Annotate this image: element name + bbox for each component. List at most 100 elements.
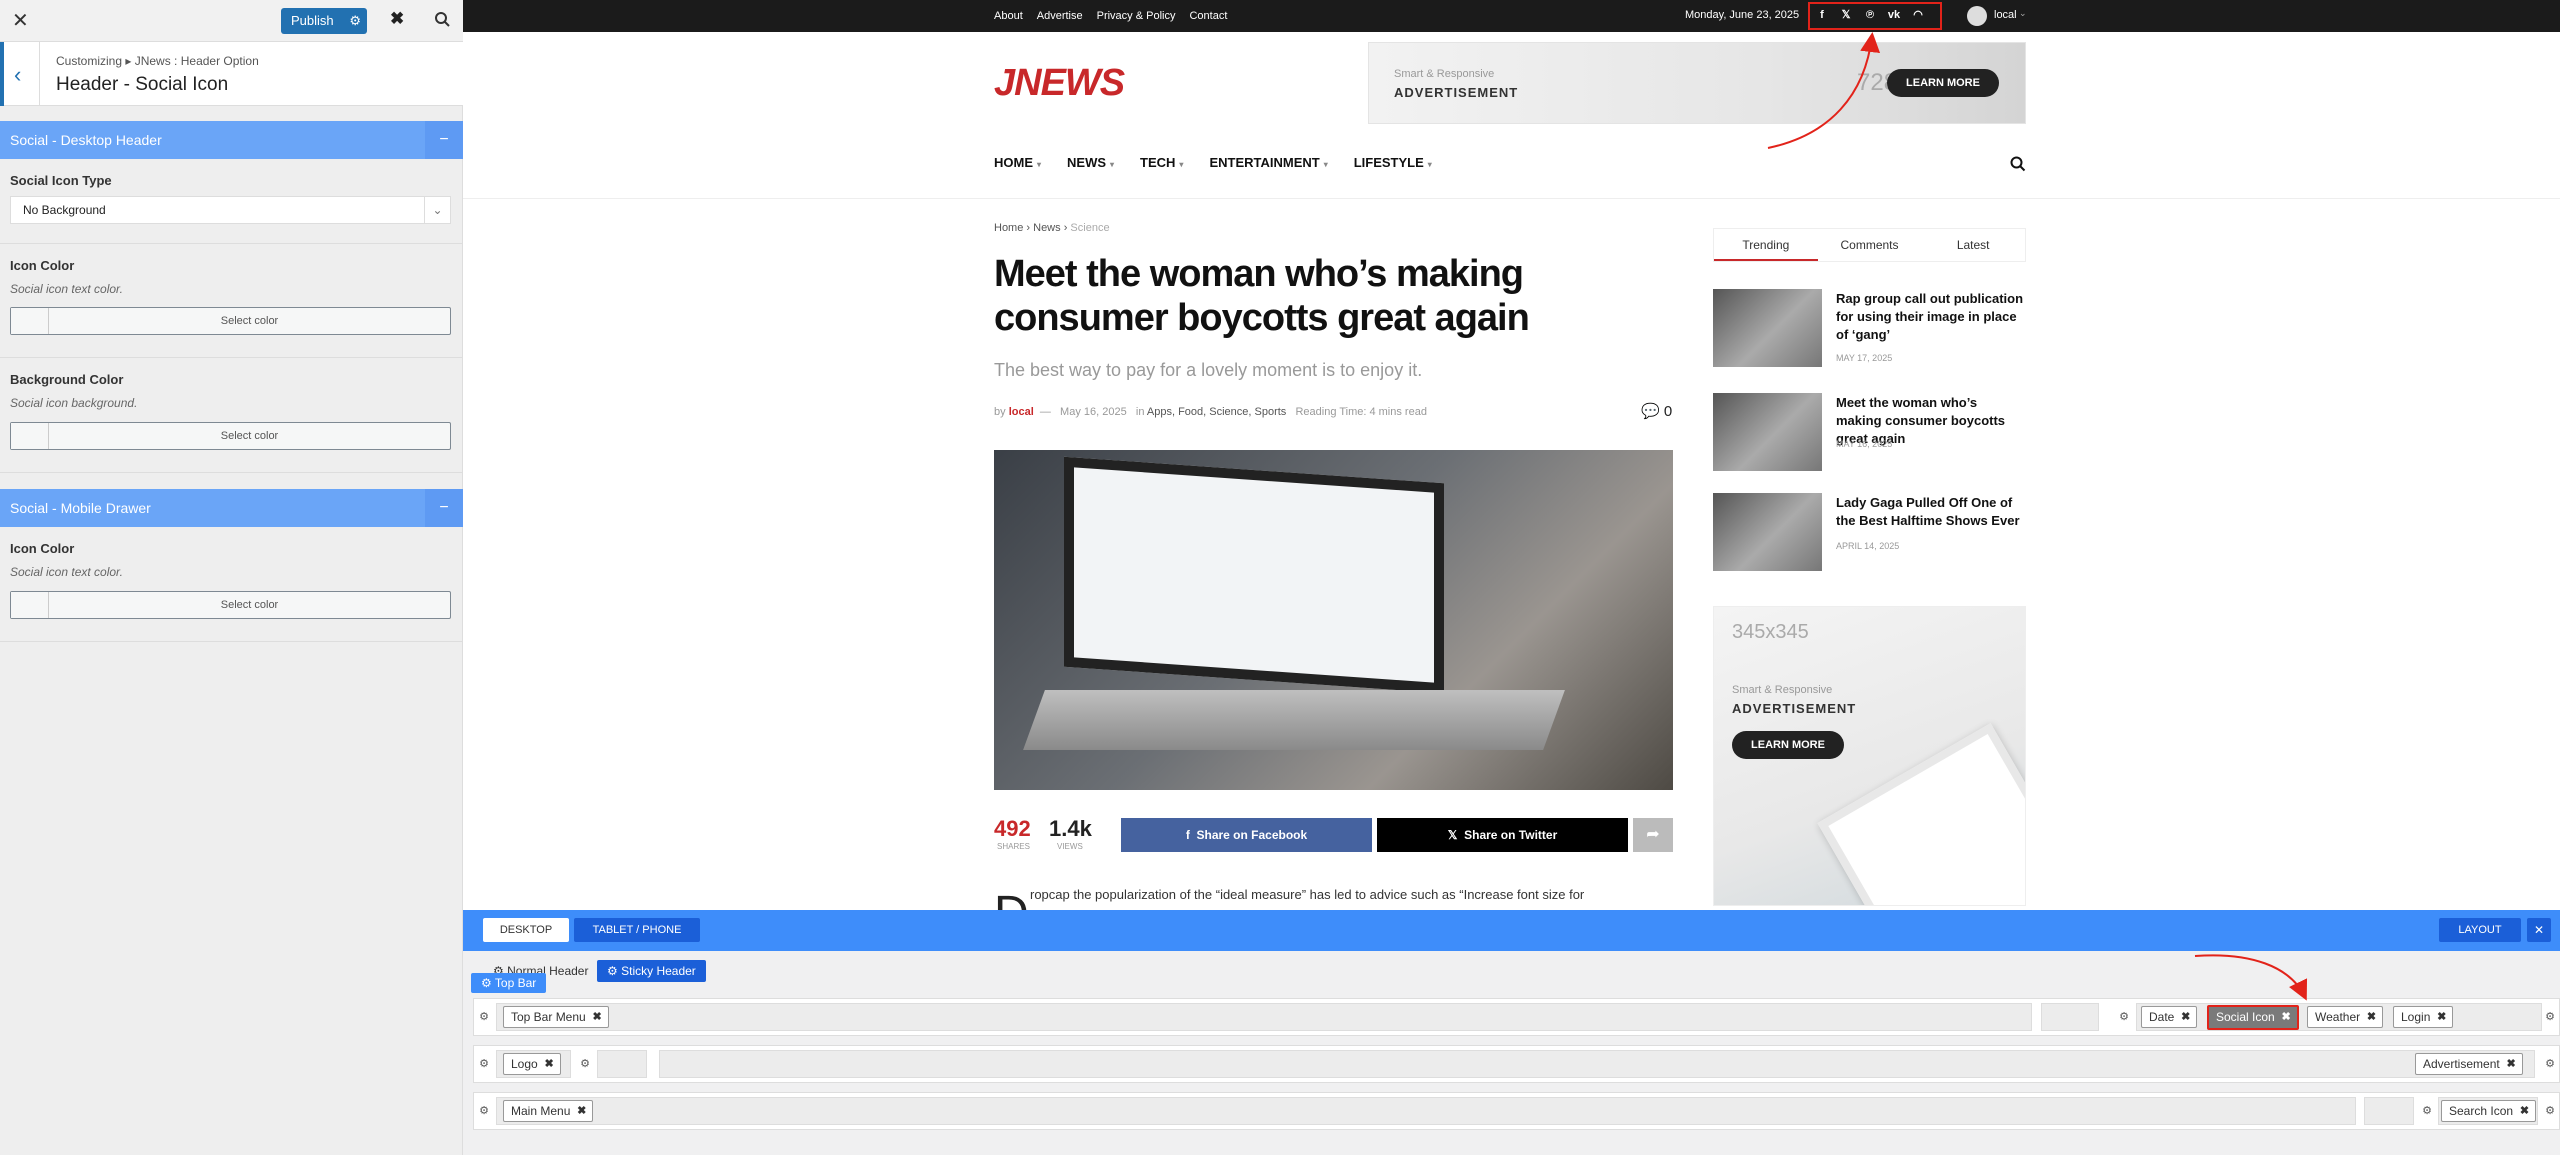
drop-zone-left[interactable]: Top Bar Menu ✖ <box>496 1003 2032 1031</box>
meta-categories[interactable]: Apps, Food, Science, Sports <box>1147 406 1286 418</box>
share-facebook-button[interactable]: f Share on Facebook <box>1121 818 1372 852</box>
trending-item[interactable]: Meet the woman who’s making consumer boy… <box>1713 393 2026 471</box>
drop-zone-center[interactable] <box>2041 1003 2099 1031</box>
gear-icon[interactable]: ⚙ <box>477 1057 491 1071</box>
collapse-icon[interactable]: − <box>425 489 463 527</box>
gear-icon[interactable]: ⚙ <box>2543 1104 2557 1118</box>
section-mobile-drawer[interactable]: Social - Mobile Drawer − <box>0 489 463 527</box>
builder-item-search-icon[interactable]: Search Icon ✖ <box>2441 1100 2537 1122</box>
remove-icon[interactable]: ✖ <box>2520 1101 2529 1121</box>
ad-learn-more-button[interactable]: LEARN MORE <box>1732 731 1844 759</box>
builder-item-weather[interactable]: Weather ✖ <box>2307 1006 2384 1028</box>
drop-zone-right[interactable]: Date ✖ Social Icon ✖ Weather ✖ Login ✖ <box>2136 1003 2542 1031</box>
remove-icon[interactable]: ✖ <box>593 1007 602 1027</box>
builder-item-logo[interactable]: Logo ✖ <box>503 1053 561 1075</box>
menu-item-entertainment[interactable]: ENTERTAINMENT ▾ <box>1209 155 1327 170</box>
breadcrumb-section[interactable]: News <box>1033 222 1061 234</box>
trending-item[interactable]: Rap group call out publication for using… <box>1713 289 2026 367</box>
rss-icon[interactable]: ◠ <box>1911 8 1925 22</box>
builder-item-main-menu[interactable]: Main Menu ✖ <box>503 1100 594 1122</box>
drop-zone-center[interactable] <box>2364 1097 2414 1125</box>
top-menu-item-contact[interactable]: Contact <box>1189 10 1227 22</box>
menu-item-news[interactable]: NEWS ▾ <box>1067 155 1114 170</box>
x-icon[interactable]: 𝕏 <box>1839 8 1853 22</box>
search-icon[interactable] <box>2009 155 2027 173</box>
top-menu-item-advertise[interactable]: Advertise <box>1037 10 1083 22</box>
drop-zone-center[interactable] <box>597 1050 647 1078</box>
sidebar-advertisement[interactable]: 345x345 Smart & Responsive ADVERTISEMENT… <box>1713 606 2026 906</box>
trending-item[interactable]: Lady Gaga Pulled Off One of the Best Hal… <box>1713 493 2026 571</box>
tab-comments[interactable]: Comments <box>1818 229 1922 261</box>
icon-color-picker[interactable]: Select color <box>10 307 451 335</box>
user-avatar[interactable] <box>1967 6 1987 26</box>
drop-zone-left[interactable]: Main Menu ✖ <box>496 1097 2356 1125</box>
builder-item-date[interactable]: Date ✖ <box>2141 1006 2198 1028</box>
remove-icon[interactable]: ✖ <box>544 1054 553 1074</box>
publish-settings-gear-icon[interactable]: ⚙ <box>349 8 361 34</box>
background-color-picker[interactable]: Select color <box>10 422 451 450</box>
remove-icon[interactable]: ✖ <box>2181 1007 2190 1027</box>
menu-item-lifestyle[interactable]: LIFESTYLE ▾ <box>1354 155 1432 170</box>
breadcrumb-home[interactable]: Home <box>994 222 1023 234</box>
article-body-text: ropcap the popularization of the “ideal … <box>1030 887 1585 902</box>
tab-latest[interactable]: Latest <box>1921 229 2025 261</box>
drop-zone-right[interactable]: Advertisement ✖ <box>659 1050 2535 1078</box>
menu-item-home[interactable]: HOME ▾ <box>994 155 1041 170</box>
remove-icon[interactable]: ✖ <box>2506 1054 2515 1074</box>
tab-trending[interactable]: Trending <box>1714 229 1818 261</box>
builder-item-social-icon[interactable]: Social Icon ✖ <box>2207 1005 2299 1030</box>
builder-item-advertisement[interactable]: Advertisement ✖ <box>2415 1053 2523 1075</box>
share-more-button[interactable]: ➦ <box>1633 818 1673 852</box>
remove-icon[interactable]: ✖ <box>2367 1007 2376 1027</box>
gear-icon[interactable]: ⚙ <box>578 1057 592 1071</box>
menu-item-tech[interactable]: TECH ▾ <box>1140 155 1183 170</box>
top-menu-item-about[interactable]: About <box>994 10 1023 22</box>
tab-sticky-header[interactable]: ⚙ Sticky Header <box>597 960 706 982</box>
gear-icon[interactable]: ⚙ <box>2117 1010 2131 1024</box>
collapse-icon[interactable]: − <box>425 121 463 159</box>
remove-icon[interactable]: ✖ <box>2281 1007 2290 1027</box>
facebook-icon[interactable]: f <box>1815 8 1829 22</box>
article-featured-image <box>994 450 1673 790</box>
builder-row-mid: ⚙ Logo ✖ ⚙ Advertisement ✖ ⚙ <box>473 1045 2560 1083</box>
chevron-down-icon: ▾ <box>1037 160 1042 169</box>
back-button[interactable]: ‹ <box>0 42 40 106</box>
gear-icon[interactable]: ⚙ <box>477 1104 491 1118</box>
social-icon-type-select[interactable]: No Background ⌄ <box>10 196 451 224</box>
mobile-icon-color-picker[interactable]: Select color <box>10 591 451 619</box>
remove-icon[interactable]: ✖ <box>577 1101 586 1121</box>
section-desktop-header[interactable]: Social - Desktop Header − <box>0 121 463 159</box>
user-name[interactable]: local <box>1994 9 2017 21</box>
close-customizer-icon[interactable]: ✕ <box>12 9 29 33</box>
gear-icon[interactable]: ⚙ <box>2543 1057 2557 1071</box>
gear-icon[interactable]: ⚙ <box>477 1010 491 1024</box>
comments-count[interactable]: 💬 0 <box>1641 402 1672 420</box>
top-bar-row-label[interactable]: ⚙ Top Bar <box>471 973 547 993</box>
search-icon[interactable] <box>432 9 454 31</box>
drop-zone-left[interactable]: Logo ✖ <box>496 1050 571 1078</box>
trending-title[interactable]: Rap group call out publication for using… <box>1836 290 2026 344</box>
remove-icon[interactable]: ✖ <box>2437 1007 2446 1027</box>
site-logo[interactable]: JNEWS <box>994 62 1125 105</box>
publish-button[interactable]: Publish ⚙ <box>281 8 367 34</box>
chip-label: Date <box>2149 1010 2175 1024</box>
trending-title[interactable]: Lady Gaga Pulled Off One of the Best Hal… <box>1836 494 2026 530</box>
drop-zone-right[interactable]: Search Icon ✖ <box>2438 1097 2538 1125</box>
header-advertisement[interactable]: Smart & Responsive ADVERTISEMENT 728x90 … <box>1368 42 2026 124</box>
pinterest-icon[interactable]: ℗ <box>1863 8 1877 22</box>
ad-learn-more-button[interactable]: LEARN MORE <box>1887 69 1999 97</box>
top-menu-item-privacy[interactable]: Privacy & Policy <box>1097 10 1176 22</box>
close-panel-icon[interactable]: ✖ <box>390 9 404 29</box>
gear-icon[interactable]: ⚙ <box>2543 1010 2557 1024</box>
meta-author[interactable]: local <box>1009 406 1034 418</box>
tab-desktop[interactable]: DESKTOP <box>483 918 569 942</box>
tab-tablet-phone[interactable]: TABLET / PHONE <box>574 918 700 942</box>
builder-item-login[interactable]: Login ✖ <box>2393 1006 2454 1028</box>
vk-icon[interactable]: vk <box>1887 8 1901 22</box>
gear-icon[interactable]: ⚙ <box>2420 1104 2434 1118</box>
layout-button[interactable]: LAYOUT <box>2439 918 2521 942</box>
share-twitter-button[interactable]: 𝕏 Share on Twitter <box>1377 818 1628 852</box>
chip-label: Main Menu <box>511 1104 571 1118</box>
close-builder-icon[interactable]: ✕ <box>2527 918 2551 942</box>
builder-item-top-bar-menu[interactable]: Top Bar Menu ✖ <box>503 1006 609 1028</box>
